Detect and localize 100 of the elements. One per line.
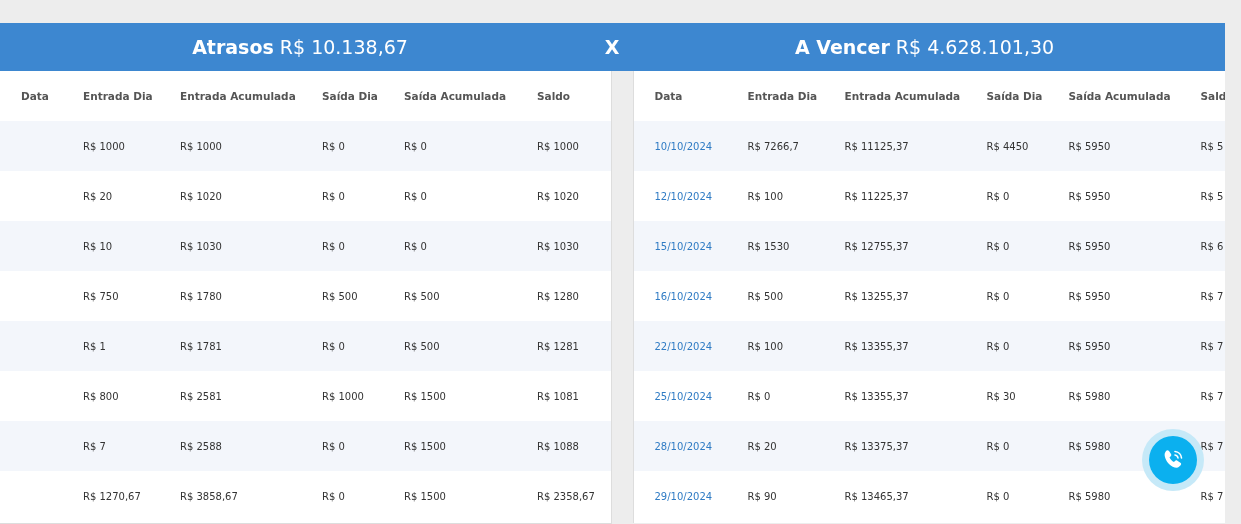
column-header: Saída Dia	[322, 90, 379, 102]
table-cell-text: R$ 0	[404, 190, 428, 202]
table-cell-text: R$ 2581	[180, 390, 223, 402]
column-header: Data	[21, 90, 50, 102]
table-cell-text: R$ 0	[322, 490, 346, 502]
upcoming-title: A Vencer R$ 4.628.101,30	[794, 36, 1055, 58]
column-header: Saída Acumulada	[1068, 90, 1172, 102]
table-cell-text: R$ 5980	[1068, 390, 1112, 402]
table-cell-text: R$ 20	[747, 440, 778, 452]
column-header: Entrada Acumulada	[844, 90, 962, 102]
date-link[interactable]: 25/10/2024	[654, 390, 748, 402]
table-cell-text: R$ 12755,37	[844, 240, 910, 252]
table-cell-text: R$ 5950	[1068, 290, 1112, 302]
column-header: Saída Dia	[986, 90, 1044, 102]
table-cell-text: R$ 1000	[322, 390, 365, 402]
table-cell-text: R$ 1530	[747, 240, 791, 252]
table-cell: R$ 7	[1200, 390, 1225, 402]
table-cell-text: R$ 1500	[404, 490, 447, 502]
table-cell-text: R$ 13375,37	[844, 440, 910, 452]
table-cell-text: R$ 500	[404, 290, 441, 302]
table-cell-text: R$ 13465,37	[844, 490, 910, 502]
table-cell-text: R$ 1030	[537, 240, 580, 252]
table-cell-text: R$ 0	[322, 140, 346, 152]
table-cell-text: R$ 1280	[537, 290, 580, 302]
table-cell-text: R$ 4450	[986, 140, 1030, 152]
table-cell-text: R$ 1780	[180, 290, 223, 302]
versus-label: X	[604, 36, 620, 58]
column-header: Entrada Dia	[747, 90, 819, 102]
table-cell-text: R$ 0	[322, 440, 346, 452]
table-cell-text: R$ 13255,37	[844, 290, 910, 302]
date-link[interactable]: 28/10/2024	[654, 440, 748, 452]
table-cell-text: R$ 1000	[83, 140, 126, 152]
table-cell-text: R$ 750	[83, 290, 120, 302]
date-link[interactable]: 12/10/2024	[654, 190, 748, 202]
table-cell-text: R$ 11125,37	[844, 140, 910, 152]
table-cell-text: R$ 11225,37	[844, 190, 910, 202]
date-link[interactable]: 16/10/2024	[654, 290, 748, 302]
table-cell-text: R$ 13355,37	[844, 390, 910, 402]
table-cell-text: R$ 0	[986, 290, 1011, 302]
table-cell-text: R$ 1500	[404, 440, 447, 452]
table-cell-text: R$ 1030	[180, 240, 223, 252]
table-cell-text: R$ 1000	[180, 140, 223, 152]
table-cell-text: R$ 0	[986, 190, 1011, 202]
table-cell: R$ 7	[1200, 340, 1225, 352]
table-cell: R$ 7	[1200, 490, 1225, 502]
table-cell-text: R$ 800	[83, 390, 120, 402]
table-cell-text: R$ 90	[747, 490, 778, 502]
table-cell-text: R$ 1081	[537, 390, 580, 402]
table-cell-text: R$ 5980	[1068, 440, 1112, 452]
table-cell-text: R$ 20	[83, 190, 114, 202]
table-cell-text: R$ 5980	[1068, 490, 1112, 502]
table-cell-text: R$ 13355,37	[844, 340, 910, 352]
table-cell-text: R$ 1500	[404, 390, 447, 402]
table-cell-text: R$ 1270,67	[83, 490, 142, 502]
table-cell-text: R$ 500	[404, 340, 441, 352]
table-cell-text: R$ 3858,67	[180, 490, 239, 502]
table-cell-text: R$ 0	[986, 240, 1011, 252]
table-cell-text: R$ 0	[322, 190, 346, 202]
table-cell-text: R$ 0	[322, 240, 346, 252]
date-link[interactable]: 15/10/2024	[654, 240, 748, 252]
table-cell-text: R$ 0	[404, 140, 428, 152]
table-cell-text: R$ 500	[747, 290, 785, 302]
table-cell-text: R$ 0	[747, 390, 772, 402]
column-header: Sald	[1200, 90, 1225, 102]
table-cell-text: R$ 1781	[180, 340, 223, 352]
column-header: Saída Acumulada	[404, 90, 508, 102]
table-cell-text: R$ 0	[322, 340, 346, 352]
table-cell-text: R$ 1	[83, 340, 107, 352]
table-cell-text: R$ 0	[986, 340, 1011, 352]
table-cell-text: R$ 0	[986, 490, 1011, 502]
table-cell: R$ 5	[1200, 140, 1225, 152]
table-cell-text: R$ 2358,67	[537, 490, 596, 502]
table-cell: R$ 7	[1200, 290, 1225, 302]
table-cell-text: R$ 100	[747, 190, 785, 202]
table-cell-text: R$ 5950	[1068, 140, 1112, 152]
date-link[interactable]: 22/10/2024	[654, 340, 748, 352]
column-header: Data	[654, 90, 684, 102]
table-cell-text: R$ 1020	[537, 190, 580, 202]
table-cell-text: R$ 7	[83, 440, 107, 452]
table-cell-text: R$ 10	[83, 240, 114, 252]
table-cell: R$ 7	[1200, 440, 1225, 452]
table-cell-text: R$ 5950	[1068, 340, 1112, 352]
date-link[interactable]: 29/10/2024	[654, 490, 748, 502]
date-link[interactable]: 10/10/2024	[654, 140, 748, 152]
column-header: Entrada Acumulada	[180, 90, 297, 102]
overdue-title: Atrasos R$ 10.138,67	[192, 36, 408, 58]
table-cell-text: R$ 2588	[180, 440, 223, 452]
table-cell: R$ 6	[1200, 240, 1225, 252]
table-cell-text: R$ 7266,7	[747, 140, 800, 152]
table-cell-text: R$ 1020	[180, 190, 223, 202]
table-cell-text: R$ 0	[404, 240, 428, 252]
table-cell: R$ 5	[1200, 190, 1225, 202]
table-cell-text: R$ 30	[986, 390, 1017, 402]
table-cell-text: R$ 100	[747, 340, 785, 352]
table-cell-text: R$ 1281	[537, 340, 580, 352]
table-cell-text: R$ 1088	[537, 440, 580, 452]
table-cell-text: R$ 5950	[1068, 240, 1112, 252]
column-header: Saldo	[537, 90, 571, 102]
table-cell-text: R$ 500	[322, 290, 359, 302]
table-cell-text: R$ 1000	[537, 140, 580, 152]
